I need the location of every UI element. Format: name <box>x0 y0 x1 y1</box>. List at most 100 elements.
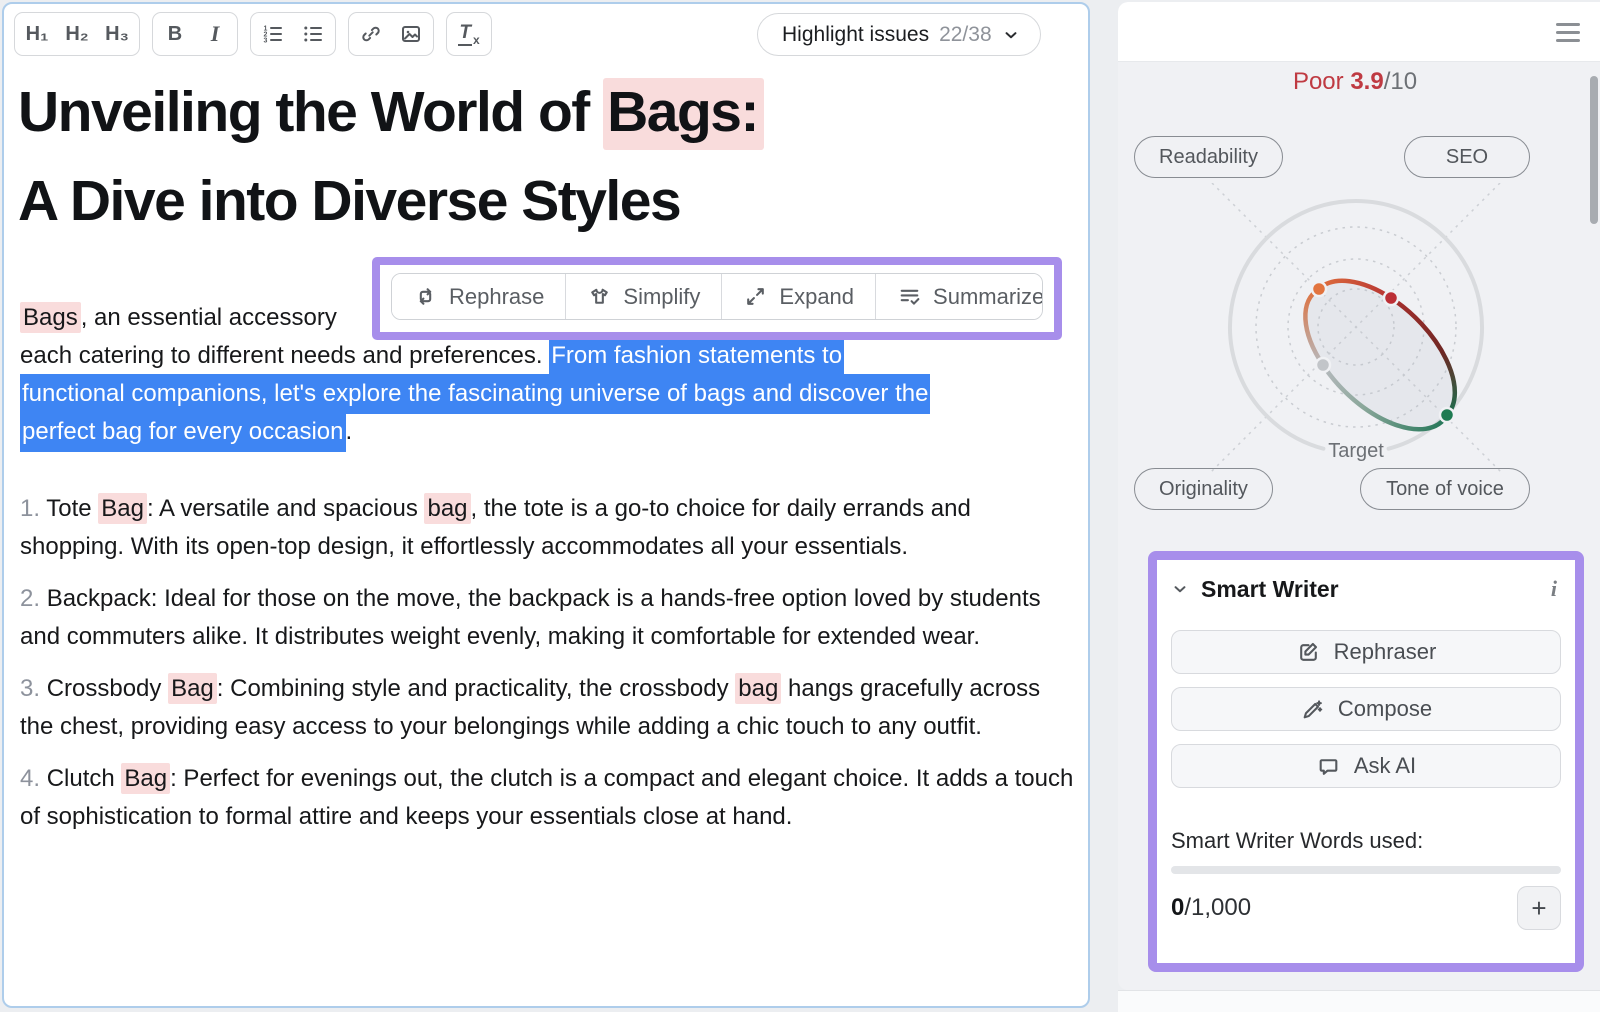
italic-button[interactable]: I <box>195 15 235 53</box>
image-button[interactable] <box>391 15 431 53</box>
selected-text: perfect bag for every occasion <box>20 412 346 452</box>
text-segment: each catering to different needs and pre… <box>20 342 549 369</box>
seo-pill[interactable]: SEO <box>1404 136 1530 178</box>
expand-button[interactable]: Expand <box>721 274 875 319</box>
text-segment: Crossbody <box>47 675 168 702</box>
rephrase-icon <box>413 284 438 309</box>
list-number: 4. <box>20 765 47 792</box>
image-icon <box>399 22 423 46</box>
rephrase-button[interactable]: Rephrase <box>392 274 565 319</box>
issue-highlight[interactable]: Bags <box>20 302 81 333</box>
words-used-footer: 0/1,000 + <box>1171 886 1561 930</box>
seo-writing-assistant-app: { "editor": { "toolbar": { "headings": [… <box>0 0 1600 1012</box>
h2-button[interactable]: H₂ <box>57 15 97 53</box>
compose-label: Compose <box>1338 696 1432 722</box>
clear-format-group: Tx <box>446 12 492 56</box>
readability-pill[interactable]: Readability <box>1134 136 1283 178</box>
bullet-list-button[interactable] <box>293 15 333 53</box>
rephrase-label: Rephrase <box>449 284 544 310</box>
svg-text:3: 3 <box>264 38 268 45</box>
h3-button[interactable]: H₃ <box>97 15 137 53</box>
list-number: 1. <box>20 495 46 522</box>
editor-panel: H₁ H₂ H₃ B I 1 2 3 <box>2 2 1090 1008</box>
clear-formatting-button[interactable]: Tx <box>449 15 489 53</box>
paragraph-line: each catering to different needs and pre… <box>20 337 930 375</box>
compose-button[interactable]: Compose <box>1171 687 1561 731</box>
highlight-issues-label: Highlight issues <box>782 23 929 47</box>
title-text-line2: A Dive into Diverse Styles <box>18 157 764 246</box>
tone-of-voice-pill[interactable]: Tone of voice <box>1360 468 1530 510</box>
text-segment: Clutch <box>47 765 122 792</box>
text-style-group: B I <box>152 12 238 56</box>
document-title: Unveiling the World of Bags:A Dive into … <box>18 68 764 246</box>
text-segment: Backpack: Ideal for those on the move, t… <box>20 585 1041 650</box>
add-words-button[interactable]: + <box>1517 886 1561 930</box>
expand-icon <box>743 284 768 309</box>
simplify-label: Simplify <box>623 284 700 310</box>
score-radar-chart: Target <box>1180 183 1580 473</box>
target-label: Target <box>1328 440 1384 462</box>
issue-highlight[interactable]: bag <box>735 673 781 704</box>
smart-writer-header: Smart Writer i <box>1171 572 1561 606</box>
link-button[interactable] <box>351 15 391 53</box>
assistant-panel-bottom-edge <box>1118 990 1600 1012</box>
title-text: Unveiling the World of <box>18 80 603 144</box>
ask-ai-label: Ask AI <box>1354 753 1416 779</box>
words-used-progressbar <box>1171 866 1561 874</box>
link-icon <box>359 22 383 46</box>
summarize-label: Summarize <box>933 284 1043 310</box>
rephraser-label: Rephraser <box>1334 639 1437 665</box>
expand-label: Expand <box>779 284 854 310</box>
issue-highlight[interactable]: Bag <box>168 673 217 704</box>
list-item: 1. Tote Bag: A versatile and spacious ba… <box>20 490 1076 566</box>
annotation-box-selection-toolbar: Rephrase Simplify Expand <box>372 257 1062 340</box>
highlight-issues-dropdown[interactable]: Highlight issues 22/38 <box>757 13 1041 56</box>
list-item: 3. Crossbody Bag: Combining style and pr… <box>20 670 1076 746</box>
issue-highlight[interactable]: Bag <box>121 763 170 794</box>
h1-button[interactable]: H₁ <box>17 15 57 53</box>
words-used-label: Smart Writer Words used: <box>1171 828 1561 854</box>
rephraser-button[interactable]: Rephraser <box>1171 630 1561 674</box>
originality-pill[interactable]: Originality <box>1134 468 1273 510</box>
selected-text: functional companions, let's explore the… <box>20 374 930 414</box>
ask-ai-button[interactable]: Ask AI <box>1171 744 1561 788</box>
summarize-icon <box>897 284 922 309</box>
paragraph-line: functional companions, let's explore the… <box>20 375 930 413</box>
assistant-panel: Poor 3.9/10 Readability SEO Originality … <box>1118 2 1600 990</box>
text-segment: : Combining style and practicality, the … <box>217 675 735 702</box>
menu-icon[interactable] <box>1556 23 1580 42</box>
text-segment: Tote <box>46 495 98 522</box>
info-icon[interactable]: i <box>1551 576 1561 602</box>
words-used-value: 0 <box>1171 894 1184 921</box>
selected-text: From fashion statements to <box>549 336 844 376</box>
list-number: 3. <box>20 675 47 702</box>
selection-toolbar: Rephrase Simplify Expand <box>391 273 1043 320</box>
issue-highlight[interactable]: Bag <box>98 493 147 524</box>
summarize-button[interactable]: Summarize <box>875 274 1043 319</box>
chevron-down-icon <box>1002 26 1020 44</box>
ordered-list-button[interactable]: 1 2 3 <box>253 15 293 53</box>
compose-icon <box>1300 697 1325 722</box>
text-segment: . <box>346 418 353 445</box>
simplify-icon <box>587 284 612 309</box>
insert-group <box>348 12 434 56</box>
score-label: Poor <box>1293 68 1344 95</box>
words-used-count: 0/1,000 <box>1171 894 1251 922</box>
simplify-button[interactable]: Simplify <box>565 274 721 319</box>
issue-highlight[interactable]: Bags: <box>603 78 764 150</box>
words-used-total: /1,000 <box>1184 894 1251 921</box>
editor-toolbar: H₁ H₂ H₃ B I 1 2 3 <box>14 12 492 56</box>
text-segment: : A versatile and spacious <box>147 495 425 522</box>
assistant-header <box>1118 2 1600 62</box>
text-segment: : Perfect for evenings out, the clutch i… <box>20 765 1073 830</box>
list-item: 4. Clutch Bag: Perfect for evenings out,… <box>20 760 1076 836</box>
issue-highlight[interactable]: bag <box>424 493 470 524</box>
score-value: 3.9 <box>1350 68 1383 95</box>
list-buttons-group: 1 2 3 <box>250 12 336 56</box>
scrollbar-thumb[interactable] <box>1590 76 1598 224</box>
chevron-down-icon[interactable] <box>1171 580 1189 598</box>
bold-button[interactable]: B <box>155 15 195 53</box>
score-total: /10 <box>1384 68 1417 95</box>
highlight-issues-count: 22/38 <box>939 23 992 47</box>
list-item: 2. Backpack: Ideal for those on the move… <box>20 580 1076 656</box>
